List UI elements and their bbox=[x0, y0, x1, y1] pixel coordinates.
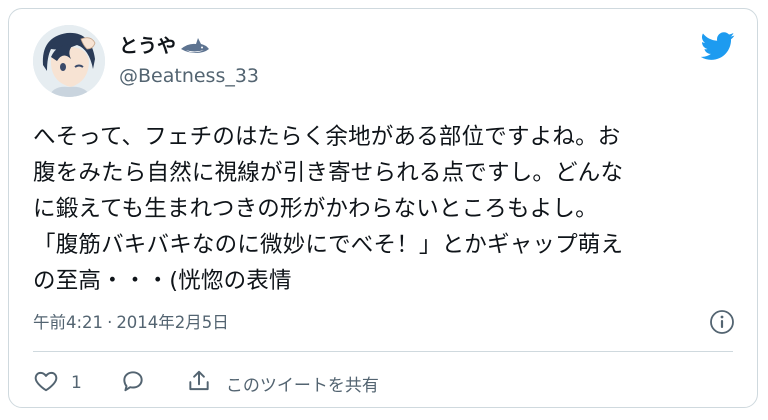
action-bar: 1 このツイートを共有 bbox=[33, 367, 379, 399]
shark-icon bbox=[180, 36, 210, 56]
reply-button[interactable] bbox=[120, 368, 146, 399]
timestamp-separator: · bbox=[107, 313, 113, 332]
avatar[interactable] bbox=[33, 25, 105, 97]
tweet-date: 2014年2月5日 bbox=[116, 313, 229, 332]
twitter-bird-icon[interactable] bbox=[700, 29, 735, 63]
tweet-text: へそって、フェチのはたらく余地がある部位ですよね。お 腹をみたら自然に視線が引き… bbox=[33, 124, 624, 294]
divider bbox=[33, 351, 733, 352]
info-icon[interactable] bbox=[709, 309, 735, 335]
share-icon bbox=[186, 368, 212, 399]
share-button[interactable]: このツイートを共有 bbox=[186, 368, 379, 399]
share-label: このツイートを共有 bbox=[225, 375, 379, 396]
tweet-timestamp[interactable]: 午前4:21 · 2014年2月5日 bbox=[33, 311, 229, 335]
tweet-card: とうや @Beatness_33 へそって、フェチのはたらく余地がある部位ですよ… bbox=[8, 8, 758, 408]
user-handle[interactable]: @Beatness_33 bbox=[119, 63, 259, 89]
heart-icon bbox=[33, 368, 59, 399]
display-name[interactable]: とうや bbox=[119, 33, 259, 59]
display-name-text: とうや bbox=[119, 35, 177, 57]
tweet-time: 午前4:21 bbox=[33, 313, 104, 332]
like-button[interactable]: 1 bbox=[33, 368, 82, 399]
user-info: とうや @Beatness_33 bbox=[119, 33, 259, 89]
like-count: 1 bbox=[71, 373, 82, 393]
reply-icon bbox=[120, 368, 146, 399]
